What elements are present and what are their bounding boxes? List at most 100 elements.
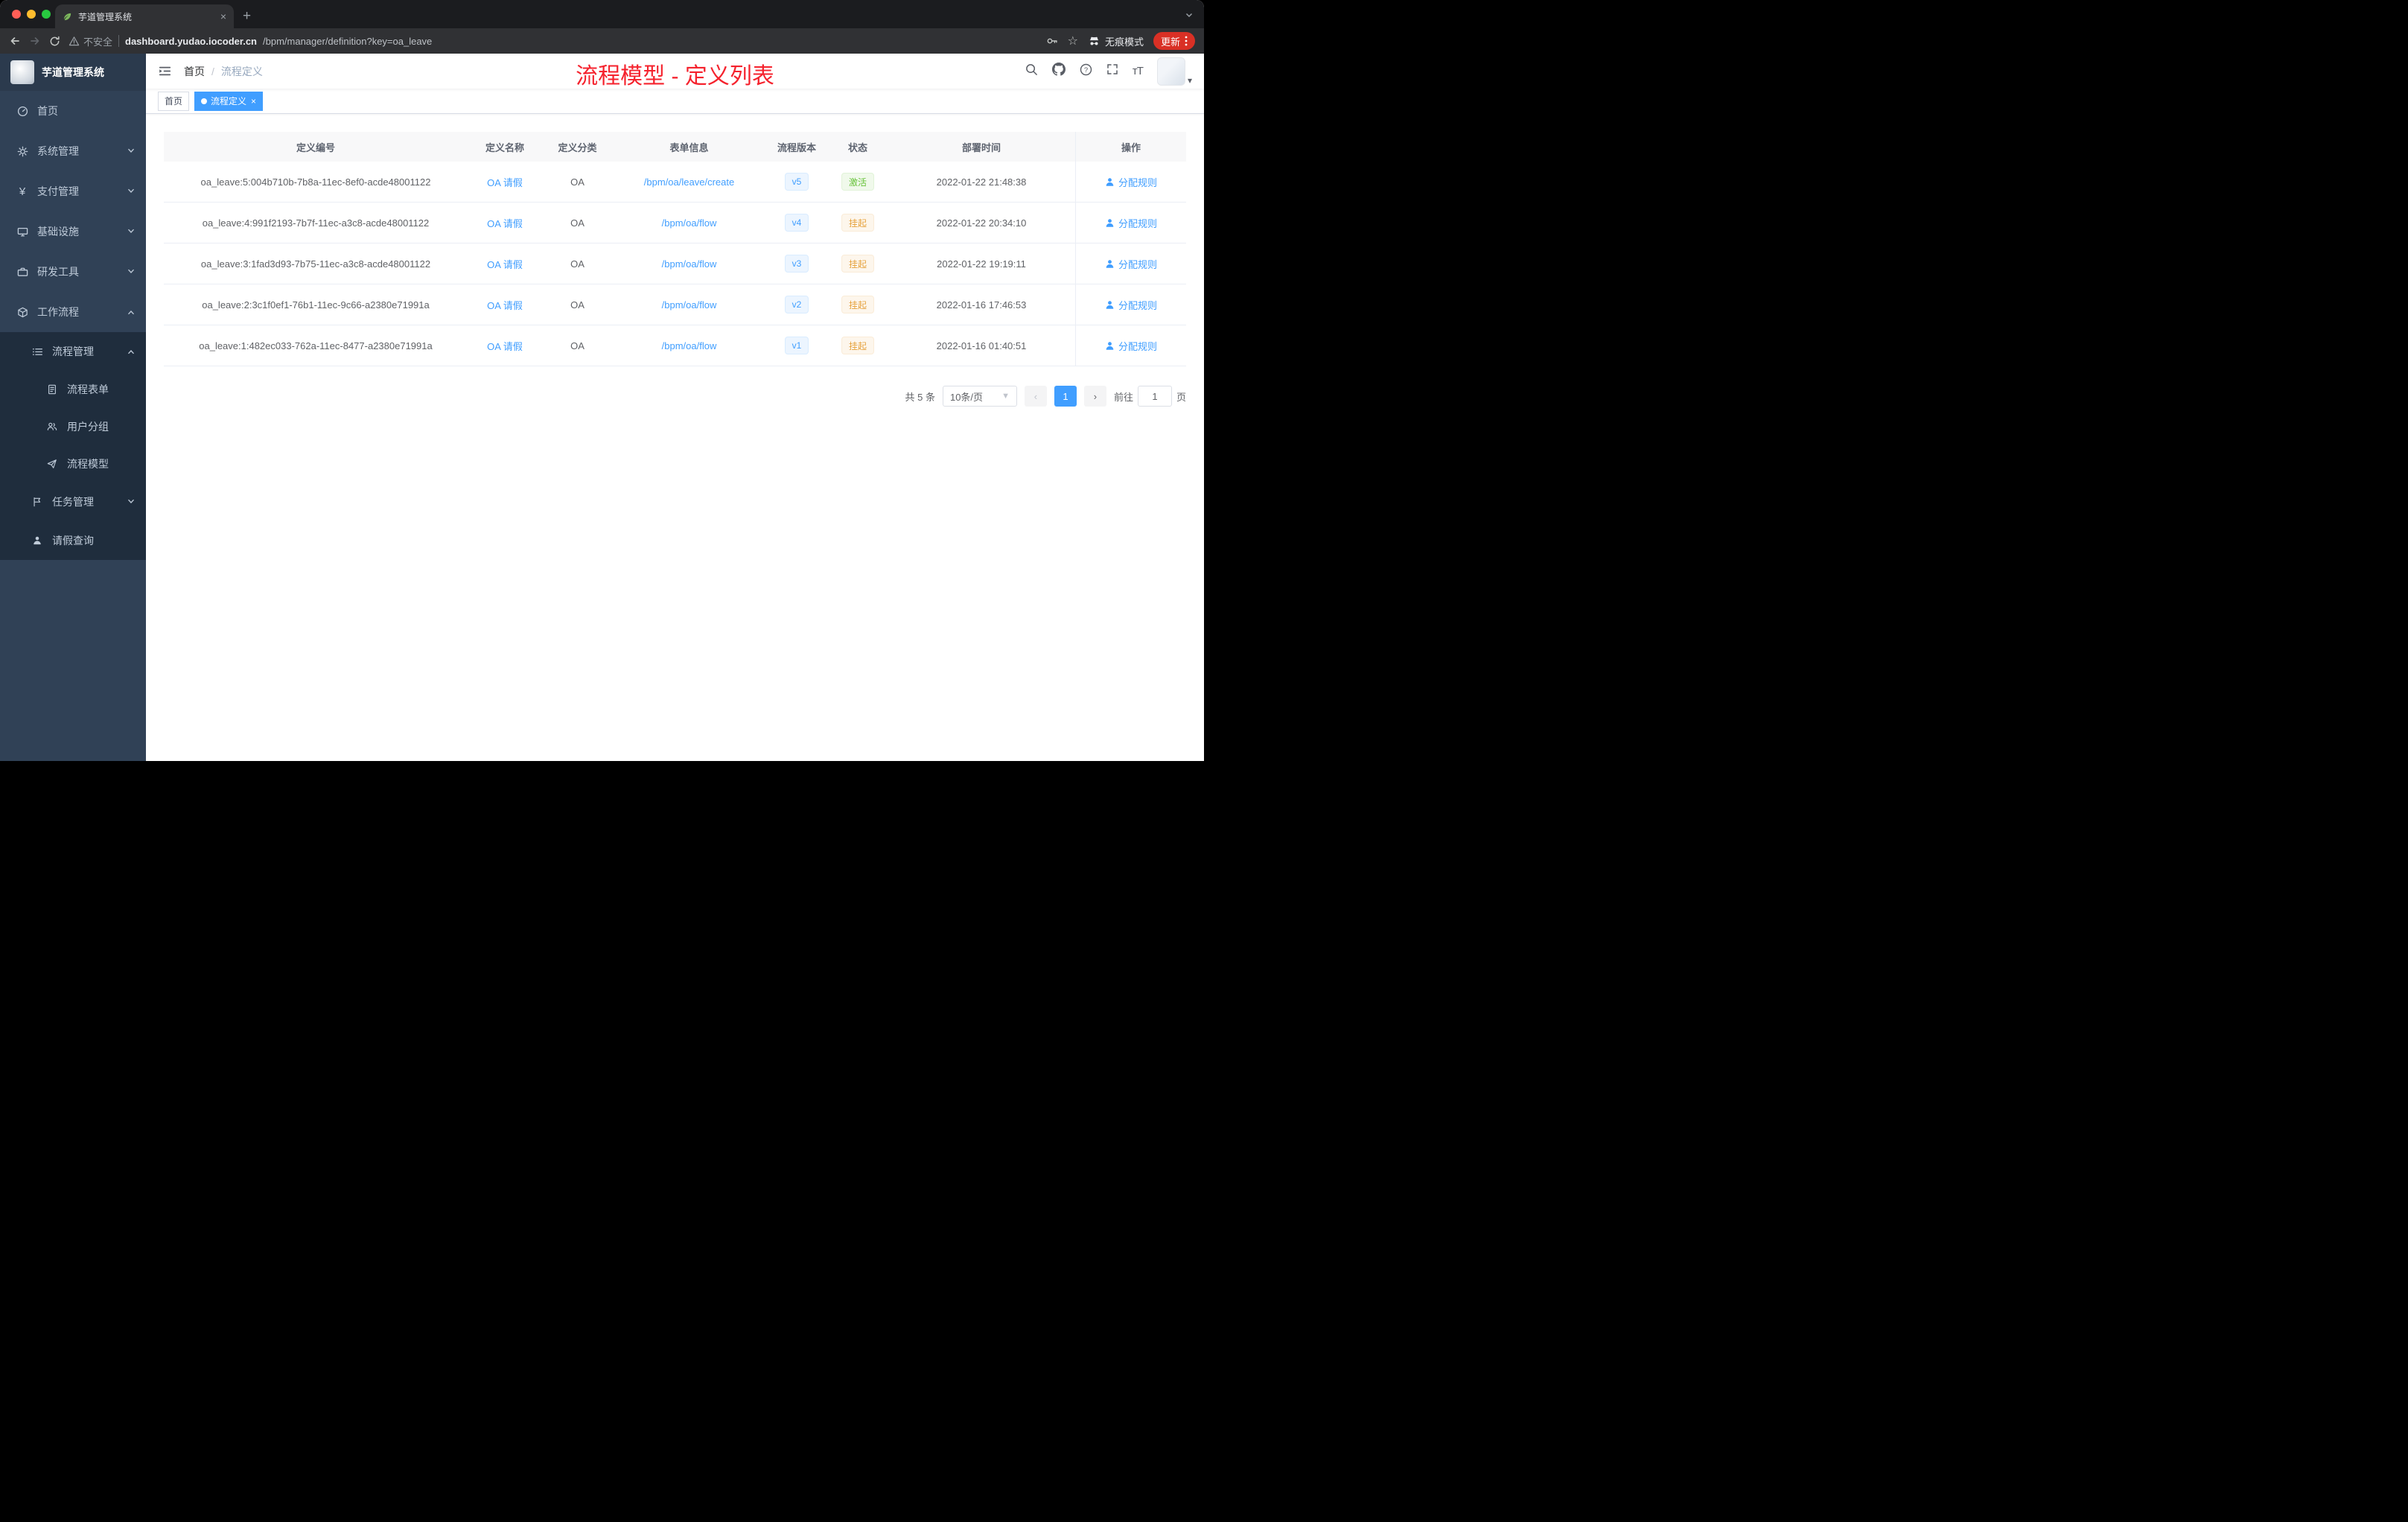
zoom-window-button[interactable]: [42, 10, 51, 19]
new-tab-button[interactable]: +: [243, 9, 251, 23]
refresh-button[interactable]: [49, 36, 60, 47]
close-window-button[interactable]: [12, 10, 21, 19]
col-deploy-time: 部署时间: [961, 141, 1001, 153]
sidebar-item-process-model[interactable]: 流程模型: [0, 445, 146, 483]
user-icon: [1106, 259, 1114, 268]
form-info-link[interactable]: /bpm/oa/leave/create: [644, 176, 734, 188]
avatar[interactable]: [1156, 57, 1185, 86]
assign-rule-link[interactable]: 分配规则: [1105, 216, 1157, 230]
page-content: 定义编号 定义名称 定义分类 表单信息 流程版本 状态 部署时间 操作 oa_l…: [146, 114, 1204, 407]
tab-close-icon[interactable]: ×: [220, 10, 226, 22]
table-row: oa_leave:3:1fad3d93-7b75-11ec-a3c8-acde4…: [164, 243, 1186, 284]
dashboard-icon: [16, 106, 28, 117]
back-button[interactable]: [9, 35, 21, 47]
chevron-up-icon: [127, 306, 136, 318]
user-group-icon: [46, 421, 58, 432]
incognito-label: 无痕模式: [1104, 36, 1144, 48]
cell-category: OA: [570, 258, 585, 270]
col-operation: 操作: [1075, 132, 1186, 162]
chrome-update-button[interactable]: 更新: [1153, 32, 1195, 50]
github-icon[interactable]: [1051, 63, 1066, 80]
monitor-icon: [16, 226, 28, 238]
tag-process-definition[interactable]: 流程定义 ×: [194, 91, 264, 111]
user-icon: [1106, 341, 1114, 350]
address-bar[interactable]: 不安全 dashboard.yudao.iocoder.cn/bpm/manag…: [69, 34, 1038, 48]
version-badge: v5: [784, 173, 809, 191]
cell-category: OA: [570, 176, 585, 188]
goto-page-input[interactable]: [1137, 386, 1172, 407]
active-dot: [201, 98, 208, 104]
chevron-up-icon: [127, 346, 136, 357]
form-info-link[interactable]: /bpm/oa/flow: [662, 217, 717, 229]
sidebar-item-payment[interactable]: ¥ 支付管理: [0, 171, 146, 211]
version-badge: v4: [784, 214, 809, 232]
definition-name-link[interactable]: OA 请假: [487, 175, 523, 189]
col-definition-name: 定义名称: [485, 141, 524, 153]
minimize-window-button[interactable]: [27, 10, 36, 19]
prev-page-button[interactable]: ‹: [1024, 386, 1047, 407]
cell-definition-id: oa_leave:1:482ec033-762a-11ec-8477-a2380…: [199, 340, 433, 351]
sidebar-item-system[interactable]: 系统管理: [0, 131, 146, 171]
assign-rule-link[interactable]: 分配规则: [1105, 175, 1157, 189]
definition-name-link[interactable]: OA 请假: [487, 257, 523, 271]
assign-rule-link[interactable]: 分配规则: [1105, 298, 1157, 312]
definition-name-link[interactable]: OA 请假: [487, 339, 523, 353]
browser-toolbar: 不安全 dashboard.yudao.iocoder.cn/bpm/manag…: [0, 28, 1204, 54]
fullscreen-icon[interactable]: [1106, 63, 1118, 79]
version-badge: v1: [784, 337, 809, 354]
table-row: oa_leave:5:004b710b-7b8a-11ec-8ef0-acde4…: [164, 162, 1186, 203]
password-key-icon[interactable]: [1046, 35, 1058, 47]
form-info-link[interactable]: /bpm/oa/flow: [662, 258, 717, 270]
user-menu[interactable]: ▾: [1156, 57, 1192, 86]
status-badge: 挂起: [841, 255, 874, 273]
status-badge: 激活: [841, 173, 874, 191]
page-size-select[interactable]: 10条/页 ▼: [942, 386, 1017, 407]
definition-name-link[interactable]: OA 请假: [487, 298, 523, 312]
breadcrumb-home[interactable]: 首页: [184, 64, 205, 79]
sidebar-item-process-manage[interactable]: 流程管理: [0, 332, 146, 371]
cell-deploy-time: 2022-01-16 17:46:53: [936, 299, 1027, 311]
form-info-link[interactable]: /bpm/oa/flow: [662, 299, 717, 311]
assign-rule-link[interactable]: 分配规则: [1105, 339, 1157, 353]
definition-table: 定义编号 定义名称 定义分类 表单信息 流程版本 状态 部署时间 操作 oa_l…: [164, 132, 1186, 366]
assign-rule-link[interactable]: 分配规则: [1105, 257, 1157, 271]
sidebar-item-user-group[interactable]: 用户分组: [0, 408, 146, 445]
close-icon[interactable]: ×: [251, 96, 256, 106]
tag-home[interactable]: 首页: [158, 91, 190, 111]
sidebar-toggle-icon[interactable]: [158, 64, 172, 78]
macos-traffic-lights: [12, 10, 51, 19]
browser-tab[interactable]: 芋道管理系统 ×: [55, 4, 234, 28]
cell-deploy-time: 2022-01-22 19:19:11: [937, 258, 1026, 270]
cell-category: OA: [570, 299, 585, 311]
kebab-menu-icon[interactable]: [1185, 36, 1188, 46]
tab-search-chevron-icon[interactable]: [1185, 10, 1194, 23]
sidebar-item-home[interactable]: 首页: [0, 91, 146, 131]
current-page-button[interactable]: 1: [1054, 386, 1077, 407]
annotation-title: 流程模型 - 定义列表: [576, 64, 774, 89]
cell-deploy-time: 2022-01-16 01:40:51: [936, 340, 1027, 351]
chevron-down-icon: [127, 226, 136, 238]
app-title: 芋道管理系统: [42, 66, 104, 78]
form-info-link[interactable]: /bpm/oa/flow: [662, 340, 717, 351]
font-size-icon[interactable]: тT: [1133, 65, 1144, 77]
sidebar-item-process-form[interactable]: 流程表单: [0, 371, 146, 408]
definition-name-link[interactable]: OA 请假: [487, 216, 523, 230]
cell-definition-id: oa_leave:5:004b710b-7b8a-11ec-8ef0-acde4…: [200, 176, 431, 188]
sidebar-item-infrastructure[interactable]: 基础设施: [0, 211, 146, 252]
help-icon[interactable]: ?: [1080, 63, 1092, 80]
bookmark-star-icon[interactable]: ☆: [1068, 34, 1078, 48]
select-caret-icon: ▼: [1001, 392, 1010, 401]
cell-category: OA: [570, 340, 585, 351]
person-icon: [31, 535, 43, 546]
next-page-button[interactable]: ›: [1083, 386, 1106, 407]
chevron-down-icon: [127, 496, 136, 508]
search-icon[interactable]: [1025, 63, 1038, 80]
sidebar-logo[interactable]: 芋道管理系统: [0, 54, 146, 91]
sidebar-item-task-manage[interactable]: 任务管理: [0, 483, 146, 521]
security-status[interactable]: 不安全: [69, 34, 112, 48]
sidebar-item-devtools[interactable]: 研发工具: [0, 252, 146, 292]
sidebar-item-workflow[interactable]: 工作流程: [0, 292, 146, 332]
sidebar-item-leave-query[interactable]: 请假查询: [0, 521, 146, 560]
table-row: oa_leave:4:991f2193-7b7f-11ec-a3c8-acde4…: [164, 203, 1186, 243]
tab-favicon: [63, 13, 71, 20]
